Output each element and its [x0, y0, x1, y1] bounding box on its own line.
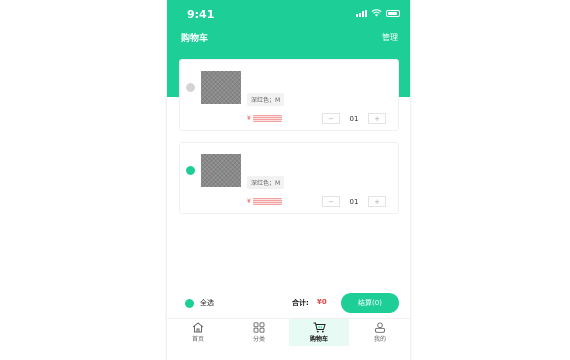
increase-button[interactable]: +	[368, 113, 386, 124]
phone-screen: 9:41 购物车 管理 深红色；M ¥ − 01 + 深红色；M ¥ − 01 …	[167, 0, 410, 360]
total-value: ¥0	[317, 298, 327, 306]
checkout-bar: 全选 合计: ¥0 结算(0)	[167, 290, 410, 318]
home-icon	[192, 322, 204, 333]
wifi-icon	[371, 9, 382, 17]
tab-category[interactable]: 分类	[229, 319, 289, 346]
checkout-button[interactable]: 结算(0)	[341, 293, 399, 313]
profile-icon	[375, 322, 385, 333]
product-image[interactable]	[201, 154, 241, 187]
signal-icon	[356, 9, 367, 17]
tab-cart[interactable]: 购物车	[289, 319, 349, 346]
price-value-obscured	[252, 198, 282, 205]
quantity-value[interactable]: 01	[340, 115, 368, 123]
decrease-button[interactable]: −	[322, 196, 340, 207]
spec-tag[interactable]: 深红色；M	[247, 176, 285, 189]
item-price: ¥	[247, 198, 282, 205]
item-price: ¥	[247, 115, 282, 122]
tab-label: 分类	[252, 336, 265, 343]
increase-button[interactable]: +	[368, 196, 386, 207]
price-value-obscured	[252, 115, 282, 122]
tab-bar: 首页 分类 购物车 我的	[167, 318, 410, 360]
status-icons	[356, 9, 400, 17]
quantity-stepper: − 01 +	[322, 113, 386, 124]
product-image[interactable]	[201, 71, 241, 104]
select-all-radio[interactable]	[185, 299, 194, 308]
decrease-button[interactable]: −	[322, 113, 340, 124]
cart-item: 深红色；M ¥ − 01 +	[179, 59, 399, 131]
spec-tag[interactable]: 深红色；M	[247, 93, 285, 106]
status-time: 9:41	[187, 8, 215, 21]
quantity-value[interactable]: 01	[340, 198, 368, 206]
tab-profile[interactable]: 我的	[350, 319, 410, 346]
select-all-label[interactable]: 全选	[200, 298, 214, 308]
price-symbol: ¥	[247, 115, 251, 122]
cart-item: 深红色；M ¥ − 01 +	[179, 142, 399, 214]
item-select-radio[interactable]	[186, 166, 195, 175]
tab-label: 首页	[191, 336, 204, 343]
quantity-stepper: − 01 +	[322, 196, 386, 207]
item-select-radio[interactable]	[186, 83, 195, 92]
category-icon	[253, 322, 265, 333]
tab-home[interactable]: 首页	[168, 319, 228, 346]
tab-label: 购物车	[309, 336, 328, 343]
tab-label: 我的	[373, 336, 386, 343]
page-title: 购物车	[181, 34, 209, 44]
manage-button[interactable]: 管理	[382, 32, 398, 43]
cart-icon	[313, 322, 326, 333]
price-symbol: ¥	[247, 198, 251, 205]
battery-icon	[386, 9, 400, 17]
total-label: 合计:	[292, 299, 309, 307]
